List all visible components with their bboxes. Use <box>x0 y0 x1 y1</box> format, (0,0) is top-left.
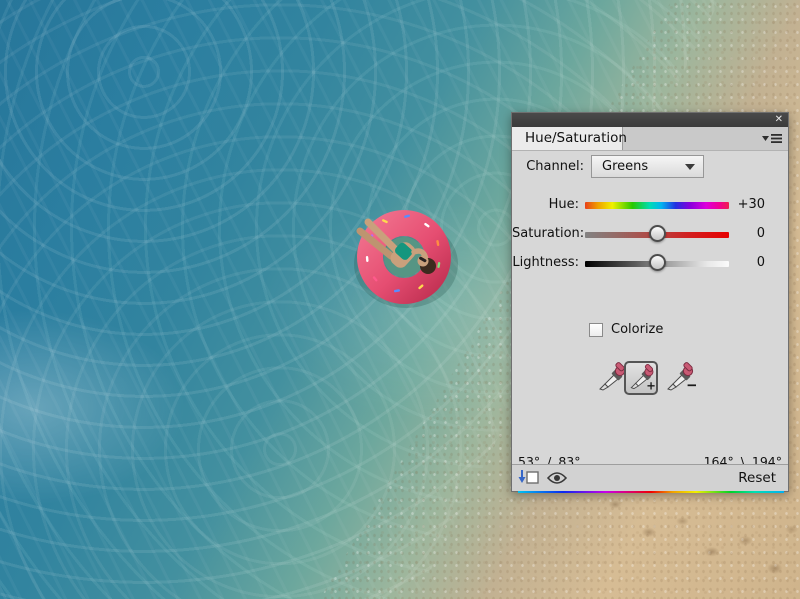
saturation-value: 0 <box>727 226 765 241</box>
add-eyedropper-icon: + <box>626 363 656 393</box>
lightness-slider-row: Lightness: 0 <box>512 253 788 273</box>
eyedropper-icon <box>594 361 628 395</box>
tab-hue-saturation[interactable]: Hue/Saturation <box>512 127 623 150</box>
svg-text:−: − <box>686 376 696 394</box>
clip-to-layer-icon[interactable] <box>517 469 541 487</box>
subtract-eyedropper-button[interactable]: − <box>662 361 696 395</box>
saturation-label: Saturation: <box>512 226 579 241</box>
panel-tabbar: Hue/Saturation <box>512 127 788 151</box>
panel-titlebar[interactable]: ✕ <box>512 113 788 127</box>
add-eyedropper-button[interactable]: + <box>624 361 658 395</box>
hue-label: Hue: <box>512 197 579 212</box>
channel-value: Greens <box>602 159 648 174</box>
panel-menu-icon[interactable] <box>762 132 782 145</box>
subtract-eyedropper-icon: − <box>662 361 696 395</box>
visibility-eye-icon[interactable] <box>546 471 568 485</box>
lightness-slider-thumb[interactable] <box>649 254 666 271</box>
chevron-down-icon <box>685 164 695 170</box>
saturation-slider-thumb[interactable] <box>649 225 666 242</box>
hue-value: +30 <box>727 197 765 212</box>
colorize-label: Colorize <box>611 322 663 337</box>
panel-body: Channel: Greens Hue: +30 Saturation: 0 <box>512 151 788 491</box>
pool-float <box>338 198 472 322</box>
hue-slider-row: Hue: +30 <box>512 195 788 215</box>
panel-footer: Reset <box>512 464 788 491</box>
eyedropper-button[interactable] <box>594 361 628 395</box>
close-icon[interactable]: ✕ <box>775 113 783 127</box>
hue-slider-track[interactable] <box>585 202 729 209</box>
lightness-value: 0 <box>727 255 765 270</box>
lightness-label: Lightness: <box>512 255 579 270</box>
screenshot-root: ✕ Hue/Saturation Channel: Greens Hue: <box>0 0 800 599</box>
colorize-checkbox[interactable] <box>589 323 603 337</box>
channel-select[interactable]: Greens <box>591 155 704 178</box>
channel-label: Channel: <box>512 159 584 174</box>
svg-text:+: + <box>646 378 656 392</box>
saturation-slider-row: Saturation: 0 <box>512 224 788 244</box>
reset-button[interactable]: Reset <box>738 470 776 486</box>
hue-saturation-panel: ✕ Hue/Saturation Channel: Greens Hue: <box>511 112 789 492</box>
